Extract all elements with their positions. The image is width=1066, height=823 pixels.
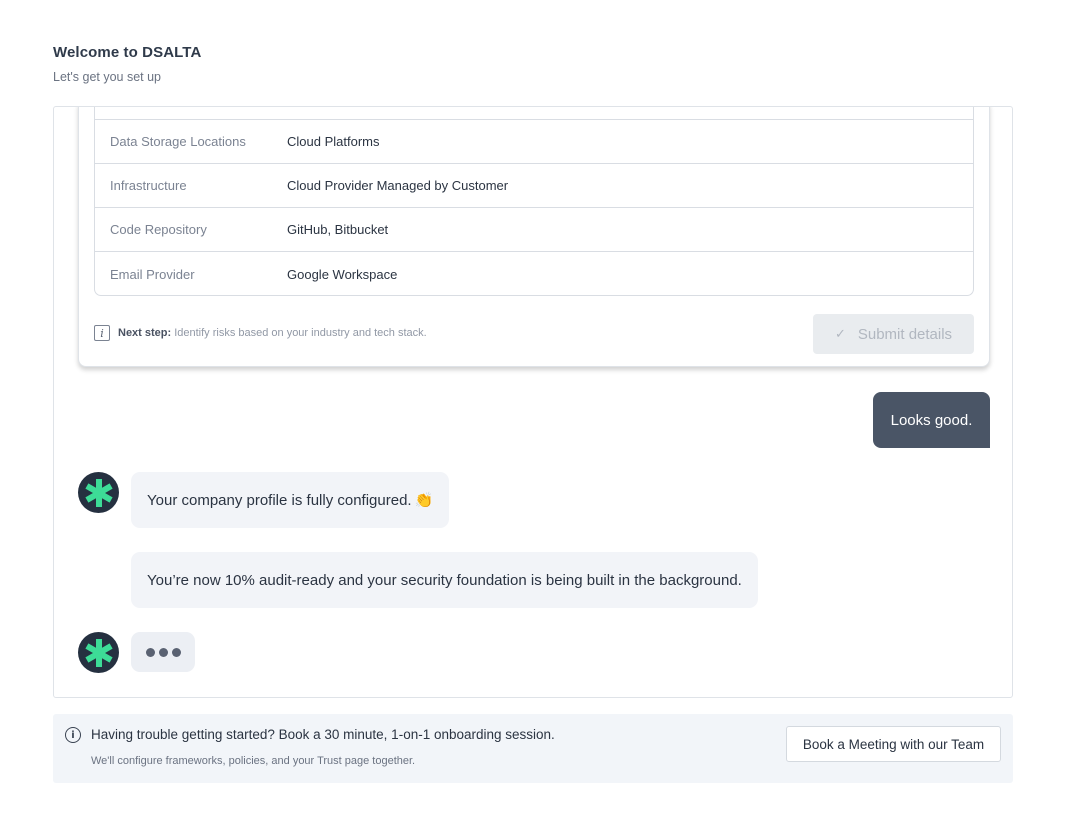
submit-details-label: Submit details	[857, 325, 953, 343]
typing-dot	[145, 647, 155, 657]
assistant-avatar	[78, 632, 119, 673]
help-banner-title: Having trouble getting started? Book a 3…	[91, 727, 555, 742]
user-message-bubble: Looks good.	[873, 392, 990, 448]
user-message-text: Looks good.	[890, 411, 973, 429]
assistant-message-text: Your company profile is fully configured…	[147, 491, 412, 509]
row-value: Cloud Platforms	[287, 134, 380, 149]
assistant-message-text: You’re now 10% audit-ready and your secu…	[147, 571, 742, 589]
page-title: Welcome to DSALTA	[53, 44, 202, 61]
page-header: Welcome to DSALTA Let's get you set up	[53, 44, 201, 84]
onboarding-help-banner: i Having trouble getting started? Book a…	[53, 714, 1013, 783]
assistant-message-bubble: You’re now 10% audit-ready and your secu…	[131, 552, 758, 608]
profile-details-table: Data Storage Locations Cloud Platforms I…	[94, 107, 974, 296]
book-meeting-button[interactable]: Book a Meeting with our Team	[786, 726, 1001, 762]
table-row-clipped	[95, 107, 973, 120]
help-banner-subtitle: We'll configure frameworks, policies, an…	[91, 755, 416, 767]
row-value: Google Workspace	[287, 266, 398, 282]
info-icon: i	[65, 727, 81, 743]
info-box-icon: i	[94, 325, 110, 341]
submit-details-button[interactable]: ✓ Submit details	[813, 314, 974, 354]
table-row: Infrastructure Cloud Provider Managed by…	[95, 164, 973, 208]
asterisk-logo-icon	[84, 638, 113, 667]
assistant-avatar	[78, 472, 119, 513]
row-key: Infrastructure	[110, 178, 187, 193]
check-icon: ✓	[834, 326, 846, 341]
typing-indicator	[131, 632, 195, 672]
table-row: Code Repository GitHub, Bitbucket	[95, 208, 973, 252]
row-key: Data Storage Locations	[110, 134, 246, 149]
row-key: Code Repository	[110, 222, 207, 237]
table-row: Data Storage Locations Cloud Platforms	[95, 120, 973, 164]
row-key: Email Provider	[110, 266, 195, 282]
table-row: Email Provider Google Workspace	[95, 252, 973, 295]
clapping-hands-icon: 👏	[414, 492, 434, 509]
assistant-message-bubble: Your company profile is fully configured…	[131, 472, 450, 528]
next-step-label: Next step:	[118, 327, 172, 339]
page-subtitle: Let's get you set up	[53, 70, 162, 84]
next-step-hint: i Next step: Identify risks based on you…	[94, 325, 427, 341]
typing-dot	[171, 647, 181, 657]
asterisk-logo-icon	[84, 478, 113, 507]
chat-panel[interactable]: Data Storage Locations Cloud Platforms I…	[53, 106, 1013, 698]
typing-dot	[158, 647, 168, 657]
next-step-text: Identify risks based on your industry an…	[174, 327, 427, 339]
row-value: GitHub, Bitbucket	[287, 222, 389, 237]
row-value: Cloud Provider Managed by Customer	[287, 178, 509, 193]
company-profile-card: Data Storage Locations Cloud Platforms I…	[78, 107, 990, 367]
